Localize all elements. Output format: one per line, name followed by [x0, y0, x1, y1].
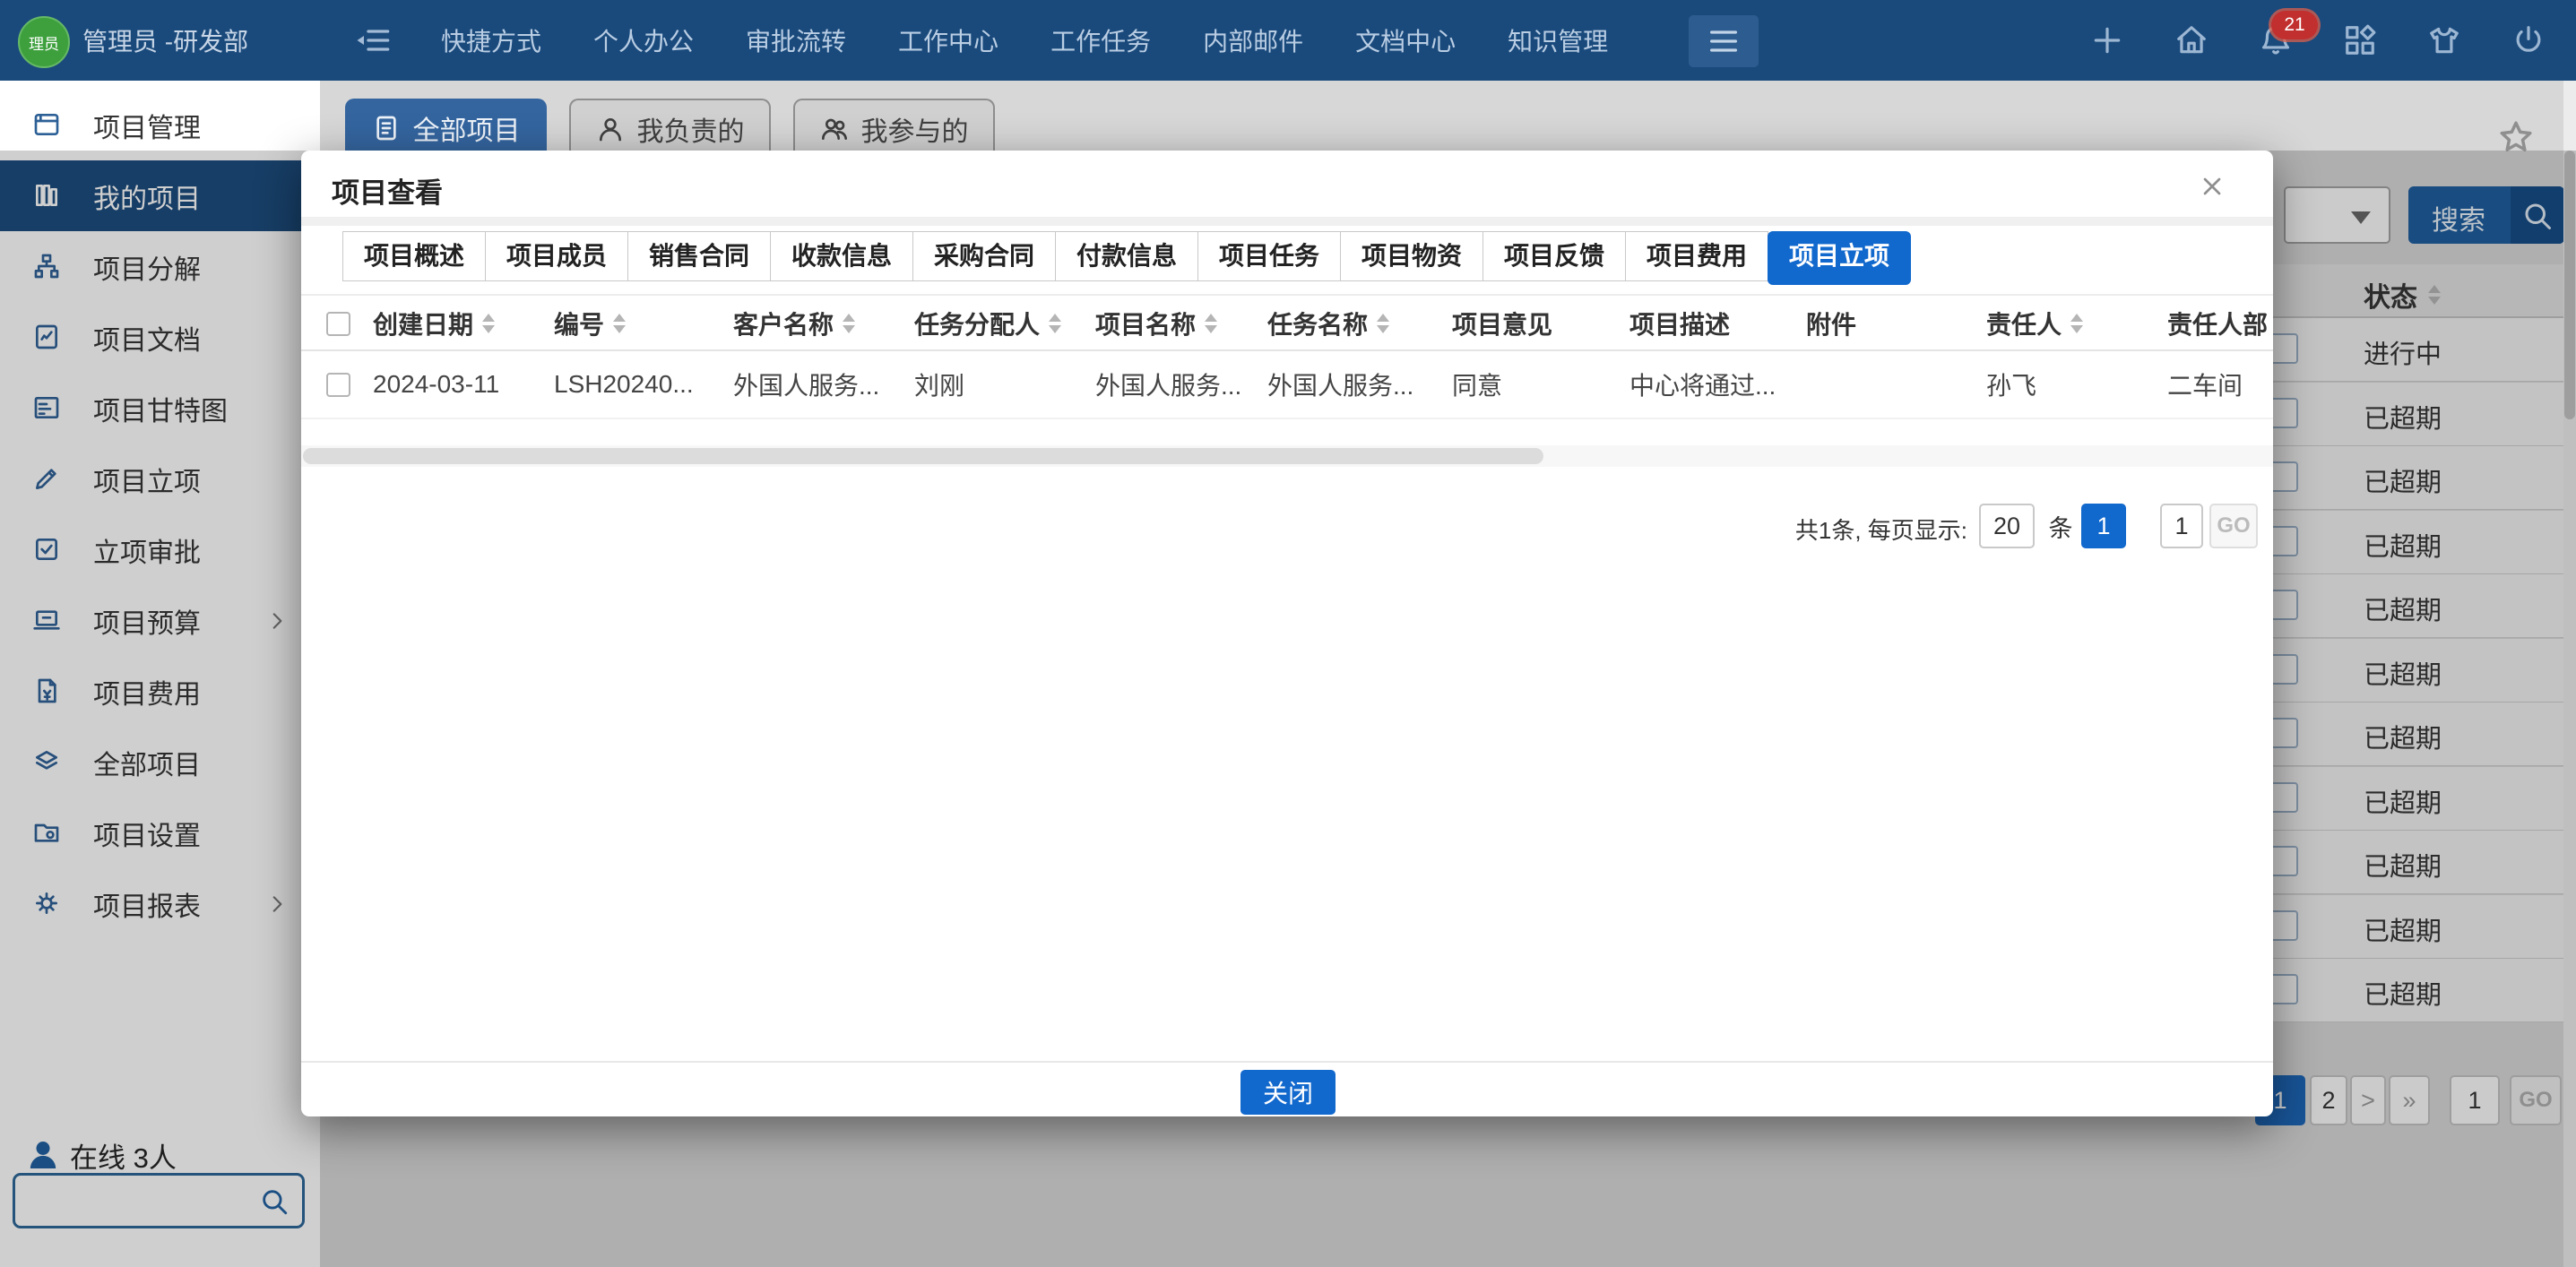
close-button[interactable]: 关闭	[1240, 1070, 1336, 1115]
cell-created-date: 2024-03-11	[373, 370, 500, 398]
sort-icon[interactable]	[482, 314, 496, 333]
column-header-project-opinion: 项目意见	[1452, 311, 1553, 339]
nav-item-document-center[interactable]: 文档中心	[1355, 22, 1456, 58]
table-row: 2024-03-11 LSH20240... 外国人服务... 刘刚 外国人服务…	[301, 351, 2273, 419]
top-bar: 理员 管理员 -研发部 快捷方式 个人办公 审批流转 工作中心 工作任务 内部邮…	[0, 0, 2576, 81]
column-header-number[interactable]: 编号	[554, 296, 627, 351]
collapse-sidebar-icon[interactable]	[355, 22, 391, 58]
column-header-task-assigner[interactable]: 任务分配人	[914, 296, 1062, 351]
window-icon	[34, 114, 59, 135]
nav-item-shortcuts[interactable]: 快捷方式	[441, 22, 541, 58]
horizontal-scrollbar-track	[301, 445, 2273, 467]
cell-number: LSH20240...	[554, 370, 694, 398]
tab-project-feedback[interactable]: 项目反馈	[1482, 231, 1626, 281]
column-header-attachment: 附件	[1806, 311, 1857, 339]
nav-item-work-center[interactable]: 工作中心	[898, 22, 998, 58]
project-view-dialog: 项目查看 项目概述 项目成员 销售合同 收款信息 采购合同 付款信息 项目任务 …	[301, 151, 2273, 1116]
tab-all-projects[interactable]: 全部项目	[345, 99, 547, 158]
nav-item-knowledge-management[interactable]: 知识管理	[1508, 22, 1608, 58]
user-name: 管理员 -研发部	[82, 28, 249, 56]
sort-icon[interactable]	[613, 314, 627, 333]
tab-receipt-info[interactable]: 收款信息	[770, 231, 913, 281]
column-header-project-name[interactable]: 项目名称	[1095, 296, 1218, 351]
tab-project-expenses[interactable]: 项目费用	[1625, 231, 1768, 281]
cell-responsible-department: 二车间	[2167, 372, 2243, 400]
tab-project-initiation[interactable]: 项目立项	[1768, 231, 1911, 285]
column-header-task-name[interactable]: 任务名称	[1267, 296, 1390, 351]
nav-item-personal-office[interactable]: 个人办公	[593, 22, 694, 58]
more-menu-button[interactable]	[1689, 15, 1759, 67]
select-all-checkbox[interactable]	[326, 312, 350, 336]
header-divider	[301, 217, 2273, 226]
page-size-input[interactable]: 20	[1979, 504, 2035, 548]
notification-count-badge: 21	[2271, 11, 2318, 39]
column-header-customer-name[interactable]: 客户名称	[733, 296, 856, 351]
tab-purchase-contract[interactable]: 采购合同	[912, 231, 1056, 281]
sort-icon[interactable]	[843, 314, 856, 333]
theme-shirt-icon[interactable]	[2427, 23, 2461, 57]
people-icon	[821, 118, 847, 140]
tab-project-tasks[interactable]: 项目任务	[1197, 231, 1341, 281]
sort-icon[interactable]	[1377, 314, 1390, 333]
tab-my-participating[interactable]: 我参与的	[793, 99, 995, 158]
apps-grid-icon[interactable]	[2343, 23, 2377, 57]
column-header-responsible-person[interactable]: 责任人	[1986, 296, 2084, 351]
nav-item-work-tasks[interactable]: 工作任务	[1050, 22, 1151, 58]
column-header-responsible-department[interactable]: 责任人部	[2167, 296, 2273, 351]
nav-item-approval-flow[interactable]: 审批流转	[746, 22, 846, 58]
sort-icon[interactable]	[1049, 314, 1062, 333]
tab-project-overview[interactable]: 项目概述	[342, 231, 486, 281]
tab-sales-contract[interactable]: 销售合同	[627, 231, 771, 281]
dialog-title: 项目查看	[332, 177, 443, 209]
avatar-text: 理员	[29, 35, 59, 53]
add-icon[interactable]	[2090, 23, 2124, 57]
current-page-button[interactable]: 1	[2081, 504, 2126, 548]
jump-page-input[interactable]: 1	[2160, 504, 2203, 548]
document-icon	[376, 116, 396, 141]
footer-divider	[301, 1061, 2273, 1063]
tab-project-members[interactable]: 项目成员	[485, 231, 628, 281]
tab-my-responsible[interactable]: 我负责的	[569, 99, 771, 158]
go-button[interactable]: GO	[2209, 504, 2258, 548]
home-icon[interactable]	[2174, 23, 2209, 57]
cell-project-opinion: 同意	[1452, 372, 1503, 400]
cell-responsible-person: 孙飞	[1986, 372, 2037, 400]
tab-project-materials[interactable]: 项目物资	[1340, 231, 1483, 281]
column-header-created-date[interactable]: 创建日期	[373, 296, 496, 351]
logout-power-icon[interactable]	[2511, 23, 2546, 57]
cell-task-assigner: 刘刚	[914, 372, 965, 400]
nav-item-internal-mail[interactable]: 内部邮件	[1203, 22, 1303, 58]
column-header-project-description: 项目描述	[1629, 311, 1731, 339]
main-nav: 快捷方式 个人办公 审批流转 工作中心 工作任务 内部邮件 文档中心 知识管理	[441, 0, 1608, 81]
table-header-row: 创建日期 编号 客户名称 任务分配人 项目名称 任务名称 项目意见 项目描述 附…	[301, 294, 2273, 351]
cell-project-description: 中心将通过...	[1629, 372, 1776, 400]
pagination-summary: 共1条, 每页显示:	[1794, 517, 1967, 544]
person-icon	[599, 118, 621, 142]
sort-icon[interactable]	[2070, 314, 2084, 333]
close-icon[interactable]	[2198, 172, 2226, 201]
cell-project-name: 外国人服务...	[1095, 372, 1242, 400]
horizontal-scrollbar-thumb[interactable]	[303, 448, 1543, 464]
sort-icon[interactable]	[1205, 314, 1218, 333]
page-size-unit: 条	[2048, 514, 2073, 542]
row-checkbox[interactable]	[326, 373, 350, 397]
cell-task-name: 外国人服务...	[1267, 372, 1414, 400]
notifications-bell-icon[interactable]: 21	[2259, 11, 2318, 57]
hamburger-icon	[1710, 30, 1737, 52]
tab-payment-info[interactable]: 付款信息	[1055, 231, 1198, 281]
dialog-tabs: 项目概述 项目成员 销售合同 收款信息 采购合同 付款信息 项目任务 项目物资 …	[342, 231, 1911, 285]
cell-customer-name: 外国人服务...	[733, 372, 880, 400]
avatar[interactable]: 理员	[18, 16, 70, 68]
